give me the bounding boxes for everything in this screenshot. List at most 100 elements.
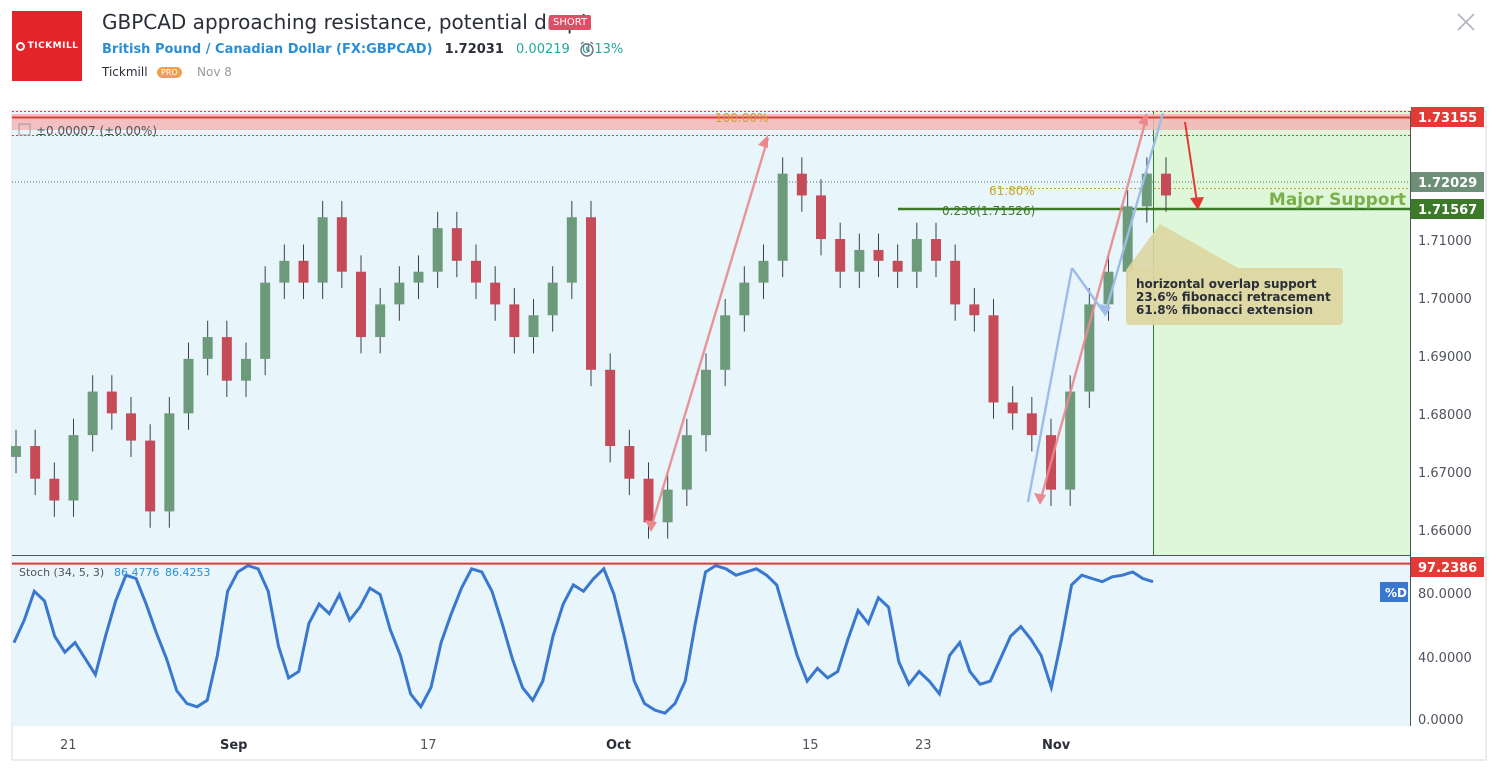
candle-body [988, 315, 999, 403]
annotation-line-1: horizontal overlap support [1136, 277, 1317, 291]
candle-body [336, 217, 347, 272]
candle-body [566, 217, 577, 283]
candle-body [950, 260, 961, 305]
stoch-title: Stoch (34, 5, 3) [19, 566, 104, 579]
publish-date: Nov 8 [197, 65, 232, 79]
x-tick-23: 23 [915, 738, 932, 753]
short-badge: SHORT [549, 15, 592, 30]
candle-body [1161, 173, 1171, 196]
major-support-label: Major Support [1269, 190, 1406, 210]
candle-body [758, 260, 769, 283]
candle-body [11, 446, 21, 457]
candle-body [68, 435, 79, 501]
candle-body [892, 260, 903, 272]
measure-readout: ±0.00007 (±0.00%) [36, 124, 157, 138]
y-tick-1.69: 1.69000 [1418, 350, 1472, 365]
candle-body [1026, 413, 1037, 436]
resistance-price-text: 1.73155 [1418, 111, 1477, 126]
candle-body [375, 304, 386, 338]
chart-area[interactable]: horizontal overlap support 23.6% fibonac… [0, 104, 1496, 768]
y-tick-1.67: 1.67000 [1418, 466, 1472, 481]
candle-body [873, 249, 884, 261]
annotation-line-3: 61.8% fibonacci extension [1136, 303, 1313, 317]
close-icon[interactable] [1454, 10, 1478, 34]
candle-body [1084, 304, 1095, 392]
candle-body [796, 173, 807, 196]
candle-body [87, 391, 98, 436]
candle-body [471, 260, 481, 283]
candle-body [777, 173, 788, 261]
candle-body [854, 249, 865, 272]
candle-body [279, 260, 290, 283]
candle-body [432, 228, 443, 272]
candle-body [490, 282, 501, 305]
x-tick-21: 21 [60, 738, 77, 753]
candle-body [183, 358, 194, 414]
idea-header: TICKMILL GBPCAD approaching resistance, … [0, 0, 1496, 104]
candle-body [298, 260, 309, 283]
candle-body [720, 315, 731, 370]
stoch-tick-40: 40.0000 [1418, 651, 1472, 666]
symbol-change: 0.00219 [516, 42, 570, 57]
candle-body [202, 337, 213, 359]
resistance-zone [12, 114, 1410, 130]
tickmill-logo[interactable]: TICKMILL [12, 11, 82, 81]
candle-body [816, 195, 826, 240]
candle-body [681, 435, 692, 490]
candle-body [931, 239, 941, 261]
candle-body [643, 478, 654, 523]
symbol-price: 1.72031 [444, 42, 504, 57]
candle-body [413, 271, 424, 283]
candle-body [394, 282, 405, 305]
stoch-d-value: 86.4253 [165, 566, 211, 579]
candle-body [106, 391, 117, 414]
y-tick-1.66: 1.66000 [1418, 524, 1472, 539]
candle-body [605, 369, 616, 447]
candle-body [260, 282, 271, 359]
stoch-d-badge-text: %D [1385, 586, 1407, 600]
candle-body [1007, 402, 1018, 414]
fib-618-label: 61.80% [989, 184, 1035, 198]
candle-body [739, 282, 750, 316]
symbol-line: British Pound / Canadian Dollar (FX:GBPC… [102, 42, 623, 57]
alarm-clock-icon[interactable] [578, 40, 596, 58]
idea-title: GBPCAD approaching resistance, potential… [102, 10, 588, 34]
fib-236-label: 0.236(1.71526) [942, 204, 1035, 218]
pro-badge: PRO [157, 67, 182, 78]
candle-body [624, 446, 635, 479]
support-price-text: 1.71567 [1418, 203, 1477, 218]
symbol-link[interactable]: British Pound / Canadian Dollar (FX:GBPC… [102, 42, 433, 57]
author-name[interactable]: Tickmill [102, 65, 148, 79]
annotation-line-2: 23.6% fibonacci retracement [1136, 290, 1331, 304]
candle-body [356, 271, 366, 338]
candle-body [528, 315, 539, 338]
candle-body [126, 413, 136, 441]
candle-body [835, 239, 846, 272]
target-zone [1153, 111, 1410, 555]
stoch-level-text: 97.2386 [1418, 561, 1477, 576]
stoch-pane-bg [12, 556, 1410, 726]
candle-body [49, 478, 60, 501]
candle-body [164, 413, 175, 512]
x-tick-17: 17 [420, 738, 437, 753]
candle-body [451, 228, 462, 261]
candle-body [911, 239, 922, 272]
candle-body [662, 489, 673, 523]
candle-body [30, 446, 41, 479]
candle-body [969, 304, 980, 316]
y-tick-1.68: 1.68000 [1418, 408, 1472, 423]
fib-100-label: 100.00% [715, 111, 768, 125]
x-tick-oct: Oct [606, 738, 631, 753]
x-tick-15: 15 [802, 738, 819, 753]
y-tick-1.71: 1.71000 [1418, 234, 1472, 249]
candle-body [586, 217, 596, 370]
stoch-tick-80: 80.0000 [1418, 587, 1472, 602]
candle-body [317, 217, 328, 283]
candle-body [145, 440, 156, 512]
candle-body [241, 358, 251, 381]
stoch-k-value: 86.4776 [114, 566, 160, 579]
x-tick-sep: Sep [220, 738, 248, 753]
y-tick-1.70: 1.70000 [1418, 292, 1472, 307]
candle-body [701, 369, 711, 436]
x-tick-nov: Nov [1042, 738, 1071, 753]
